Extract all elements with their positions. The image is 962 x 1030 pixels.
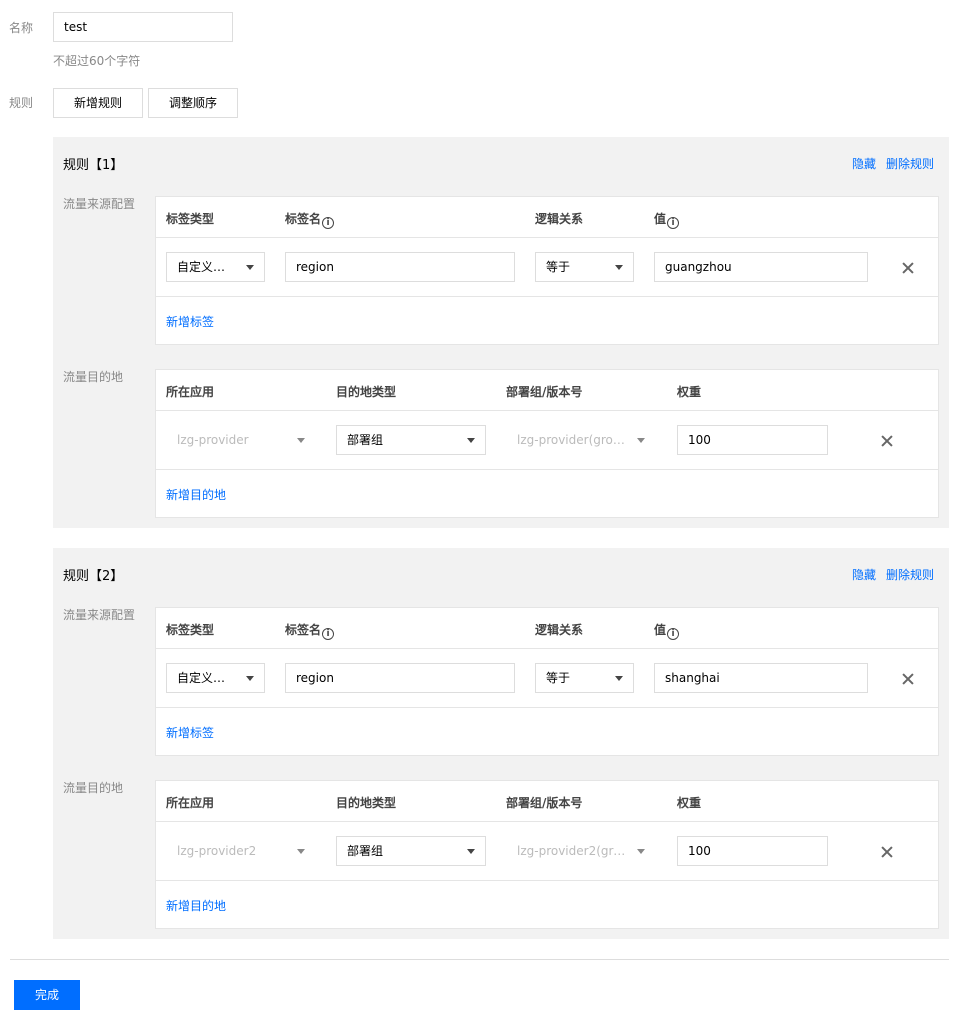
logic-select[interactable]: 等于 xyxy=(535,663,634,693)
delete-rule-link[interactable]: 删除规则 xyxy=(886,566,934,583)
group-version-select[interactable]: lzg-provider(group... xyxy=(506,425,656,455)
destination-label: 流量目的地 xyxy=(63,370,124,384)
tag-value-input[interactable]: guangzhou xyxy=(654,252,868,282)
tag-type-select[interactable]: 自定义标签 xyxy=(166,252,265,282)
info-icon[interactable]: i xyxy=(322,217,335,229)
destination-header-row: 所在应用 目的地类型 部署组/版本号 权重 xyxy=(156,781,938,822)
info-icon[interactable]: i xyxy=(667,628,680,640)
header-app: 所在应用 xyxy=(166,796,215,810)
close-icon[interactable] xyxy=(879,844,895,860)
header-logic: 逻辑关系 xyxy=(535,623,584,637)
header-dest-type: 目的地类型 xyxy=(336,796,397,810)
chevron-down-icon xyxy=(246,676,254,681)
chevron-down-icon xyxy=(637,849,645,854)
footer-divider xyxy=(10,959,949,960)
header-logic: 逻辑关系 xyxy=(535,212,584,226)
header-value: 值i xyxy=(654,210,680,229)
delete-rule-link[interactable]: 删除规则 xyxy=(886,155,934,172)
chevron-down-icon xyxy=(297,849,305,854)
destination-row: lzg-provider2 部署组 lzg-provider2(grou... … xyxy=(156,822,938,881)
chevron-down-icon xyxy=(297,438,305,443)
dest-type-select[interactable]: 部署组 xyxy=(336,425,486,455)
close-icon[interactable] xyxy=(879,433,895,449)
rule-title: 规则【2】 xyxy=(63,569,124,584)
source-row: 自定义标签 region 等于 shanghai xyxy=(156,649,938,708)
destination-panel: 所在应用 目的地类型 部署组/版本号 权重 lzg-provider 部署组 l… xyxy=(155,369,939,518)
add-rule-button[interactable]: 新增规则 xyxy=(53,88,143,118)
name-label: 名称 xyxy=(9,21,34,35)
dest-type-select[interactable]: 部署组 xyxy=(336,836,486,866)
source-row: 自定义标签 region 等于 guangzhou xyxy=(156,238,938,297)
chevron-down-icon xyxy=(615,265,623,270)
weight-input[interactable]: 100 xyxy=(677,836,828,866)
info-icon[interactable]: i xyxy=(322,628,335,640)
header-tag-type: 标签类型 xyxy=(166,623,215,637)
header-value: 值i xyxy=(654,621,680,640)
header-dest-type: 目的地类型 xyxy=(336,385,397,399)
rule-card-2: 规则【2】 隐藏 删除规则 流量来源配置 标签类型 标签名 i 逻辑关系 值i 自… xyxy=(53,548,949,939)
chevron-down-icon xyxy=(637,438,645,443)
add-destination-link[interactable]: 新增目的地 xyxy=(166,486,226,503)
header-tag-type: 标签类型 xyxy=(166,212,215,226)
app-select[interactable]: lzg-provider xyxy=(166,425,316,455)
tag-type-select[interactable]: 自定义标签 xyxy=(166,663,265,693)
source-config-label: 流量来源配置 xyxy=(63,197,136,211)
add-destination-link[interactable]: 新增目的地 xyxy=(166,897,226,914)
group-version-select[interactable]: lzg-provider2(grou... xyxy=(506,836,656,866)
destination-row: lzg-provider 部署组 lzg-provider(group... 1… xyxy=(156,411,938,470)
header-group-version: 部署组/版本号 xyxy=(506,796,583,810)
source-config-label: 流量来源配置 xyxy=(63,608,136,622)
logic-select[interactable]: 等于 xyxy=(535,252,634,282)
reorder-button[interactable]: 调整顺序 xyxy=(148,88,238,118)
chevron-down-icon xyxy=(615,676,623,681)
source-panel: 标签类型 标签名 i 逻辑关系 值i 自定义标签 region 等于 guangz… xyxy=(155,196,939,345)
tag-name-input[interactable]: region xyxy=(285,252,515,282)
destination-panel: 所在应用 目的地类型 部署组/版本号 权重 lzg-provider2 部署组 … xyxy=(155,780,939,929)
tag-value-input[interactable]: shanghai xyxy=(654,663,868,693)
name-hint: 不超过60个字符 xyxy=(53,54,141,68)
header-weight: 权重 xyxy=(677,385,702,399)
chevron-down-icon xyxy=(246,265,254,270)
header-tag-name: 标签名 i xyxy=(285,210,335,229)
header-weight: 权重 xyxy=(677,796,702,810)
chevron-down-icon xyxy=(467,849,475,854)
chevron-down-icon xyxy=(467,438,475,443)
rule-card-1: 规则【1】 隐藏 删除规则 流量来源配置 标签类型 标签名 i 逻辑关系 值i 自… xyxy=(53,137,949,528)
source-panel: 标签类型 标签名 i 逻辑关系 值i 自定义标签 region 等于 shangh… xyxy=(155,607,939,756)
add-tag-link[interactable]: 新增标签 xyxy=(166,724,214,741)
rules-label: 规则 xyxy=(9,96,34,110)
header-tag-name: 标签名 i xyxy=(285,621,335,640)
done-button[interactable]: 完成 xyxy=(14,980,80,1010)
source-header-row: 标签类型 标签名 i 逻辑关系 值i xyxy=(156,197,938,238)
info-icon[interactable]: i xyxy=(667,217,680,229)
hide-link[interactable]: 隐藏 xyxy=(852,566,876,583)
name-input[interactable]: test xyxy=(53,12,233,42)
weight-input[interactable]: 100 xyxy=(677,425,828,455)
destination-label: 流量目的地 xyxy=(63,781,124,795)
close-icon[interactable] xyxy=(900,260,916,276)
app-select[interactable]: lzg-provider2 xyxy=(166,836,316,866)
source-header-row: 标签类型 标签名 i 逻辑关系 值i xyxy=(156,608,938,649)
rule-title: 规则【1】 xyxy=(63,158,124,173)
close-icon[interactable] xyxy=(900,671,916,687)
hide-link[interactable]: 隐藏 xyxy=(852,155,876,172)
destination-header-row: 所在应用 目的地类型 部署组/版本号 权重 xyxy=(156,370,938,411)
tag-name-input[interactable]: region xyxy=(285,663,515,693)
header-group-version: 部署组/版本号 xyxy=(506,385,583,399)
add-tag-link[interactable]: 新增标签 xyxy=(166,313,214,330)
header-app: 所在应用 xyxy=(166,385,215,399)
